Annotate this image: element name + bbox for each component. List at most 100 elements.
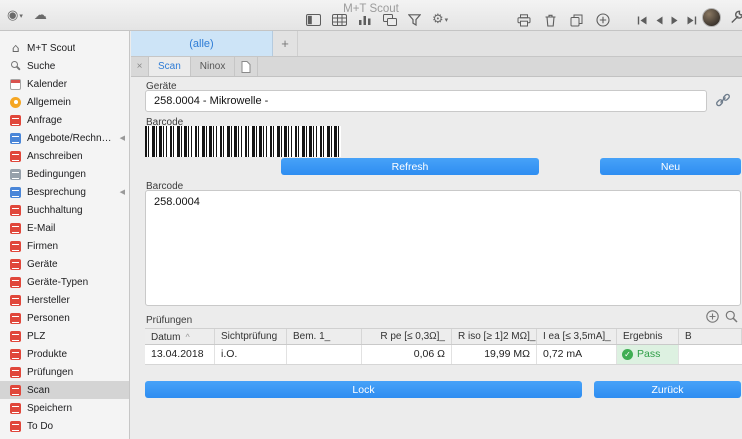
table-icon	[10, 169, 21, 180]
previous-record-icon[interactable]	[654, 15, 664, 26]
sidebar-item-personen[interactable]: Personen	[0, 309, 129, 327]
column-header-datum[interactable]: Datum	[145, 329, 215, 344]
add-tab-button[interactable]: +	[273, 31, 298, 56]
refresh-button[interactable]: Refresh	[281, 158, 539, 175]
sidebar-item-angebote-rechnungen[interactable]: Angebote/Rechnungen ◀	[0, 129, 129, 147]
table-icon	[10, 295, 21, 306]
next-record-icon[interactable]	[670, 15, 680, 26]
table-icon	[10, 133, 21, 144]
sidebar: ⌂ M+T Scout Suche Kalender Allgemein Anf…	[0, 31, 130, 439]
sidebar-item-scan[interactable]: Scan	[0, 381, 129, 399]
filter-icon[interactable]	[408, 14, 421, 26]
table-icon	[10, 367, 21, 378]
collapse-icon[interactable]: ◀	[120, 188, 125, 196]
sidebar-item-firmen[interactable]: Firmen	[0, 237, 129, 255]
cell-b	[679, 345, 742, 364]
table-icon	[10, 313, 21, 324]
sidebar-view-icon[interactable]	[306, 14, 321, 26]
gear-icon[interactable]: ⚙▾	[432, 13, 448, 27]
calendar-icon	[10, 79, 21, 90]
record-actions-group	[517, 13, 610, 27]
column-header-bem1[interactable]: Bem. 1_	[287, 329, 362, 344]
sidebar-item-mt-scout[interactable]: ⌂ M+T Scout	[0, 39, 129, 57]
workspace-tab-bar: (alle) +	[131, 31, 742, 57]
table-icon	[10, 403, 21, 414]
sidebar-item-geraete-typen[interactable]: Geräte-Typen	[0, 273, 129, 291]
workspace-tab-alle[interactable]: (alle)	[131, 31, 273, 56]
user-avatar[interactable]	[702, 8, 721, 27]
cards-view-icon[interactable]	[383, 14, 397, 26]
view-switcher-group: ⚙▾	[306, 13, 448, 27]
trash-icon[interactable]	[544, 14, 557, 27]
cell-ergebnis: Pass	[617, 345, 679, 364]
sidebar-item-plz[interactable]: PLZ	[0, 327, 129, 345]
sidebar-item-email[interactable]: E-Mail	[0, 219, 129, 237]
titlebar: M+T Scout ◉▾ ☁ ⚙▾	[0, 0, 742, 31]
chart-view-icon[interactable]	[358, 14, 372, 26]
neu-button[interactable]: Neu	[600, 158, 741, 175]
table-icon	[10, 187, 21, 198]
sidebar-item-todo[interactable]: To Do	[0, 417, 129, 435]
table-icon	[10, 223, 21, 234]
column-header-iea[interactable]: I ea [≤ 3,5mA]_	[537, 329, 617, 344]
tab-ninox[interactable]: Ninox	[191, 57, 236, 76]
sidebar-item-anschreiben[interactable]: Anschreiben	[0, 147, 129, 165]
print-icon[interactable]	[517, 14, 531, 27]
sidebar-item-besprechung[interactable]: Besprechung ◀	[0, 183, 129, 201]
sidebar-item-kalender[interactable]: Kalender	[0, 75, 129, 93]
sidebar-item-anfrage[interactable]: Anfrage	[0, 111, 129, 129]
barcode-text-field[interactable]: 258.0004	[145, 190, 741, 306]
tab-scan[interactable]: Scan	[148, 57, 191, 76]
table-icon	[10, 115, 21, 126]
zurueck-button[interactable]: Zurück	[594, 381, 741, 398]
duplicate-icon[interactable]	[570, 14, 583, 27]
first-record-icon[interactable]	[636, 15, 648, 26]
sort-asc-icon	[185, 332, 189, 342]
link-record-icon[interactable]	[715, 92, 733, 110]
sidebar-item-speichern[interactable]: Speichern	[0, 399, 129, 417]
sidebar-item-hersteller[interactable]: Hersteller	[0, 291, 129, 309]
column-header-sichtpruefung[interactable]: Sichtprüfung	[215, 329, 287, 344]
table-view-icon[interactable]	[332, 14, 347, 26]
check-circle-icon	[622, 349, 633, 360]
lock-button[interactable]: Lock	[145, 381, 582, 398]
sidebar-item-produkte[interactable]: Produkte	[0, 345, 129, 363]
titlebar-left-group: ◉▾ ☁	[7, 9, 47, 23]
sidebar-item-geraete[interactable]: Geräte	[0, 255, 129, 273]
add-row-icon[interactable]	[706, 310, 719, 323]
status-badge: Pass	[637, 345, 660, 364]
table-header-row: Datum Sichtprüfung Bem. 1_ R pe [≤ 0,3Ω]…	[145, 328, 742, 345]
collapse-icon[interactable]: ◀	[120, 134, 125, 142]
document-tab[interactable]	[235, 57, 258, 76]
table-icon	[10, 151, 21, 162]
table-icon	[10, 205, 21, 216]
last-record-icon[interactable]	[686, 15, 698, 26]
sidebar-item-suche[interactable]: Suche	[0, 57, 129, 75]
cell-iea: 0,72 mA	[537, 345, 617, 364]
search-rows-icon[interactable]	[725, 310, 738, 323]
app-menu-icon[interactable]: ◉▾	[7, 9, 23, 23]
cell-bem1	[287, 345, 362, 364]
record-navigation-group	[636, 13, 698, 27]
sidebar-item-pruefungen[interactable]: Prüfungen	[0, 363, 129, 381]
cell-sichtpruefung: i.O.	[215, 345, 287, 364]
table-icon	[10, 331, 21, 342]
close-tab-icon[interactable]: ×	[131, 57, 148, 76]
sidebar-item-bedingungen[interactable]: Bedingungen	[0, 165, 129, 183]
sidebar-item-buchhaltung[interactable]: Buchhaltung	[0, 201, 129, 219]
sidebar-item-allgemein[interactable]: Allgemein	[0, 93, 129, 111]
home-icon: ⌂	[10, 43, 21, 54]
table-icon	[10, 259, 21, 270]
table-icon	[10, 421, 21, 432]
cell-datum: 13.04.2018	[145, 345, 215, 364]
wrench-icon[interactable]	[730, 10, 742, 24]
column-header-rpe[interactable]: R pe [≤ 0,3Ω]_	[362, 329, 452, 344]
cloud-icon[interactable]: ☁	[34, 9, 47, 23]
table-row[interactable]: 13.04.2018 i.O. 0,06 Ω 19,99 MΩ 0,72 mA …	[145, 345, 742, 365]
geraete-field[interactable]: 258.0004 - Mikrowelle -	[145, 90, 707, 112]
open-tabs-bar: × Scan Ninox	[131, 57, 742, 77]
column-header-b[interactable]: B	[679, 329, 742, 344]
column-header-ergebnis[interactable]: Ergebnis	[617, 329, 679, 344]
column-header-riso[interactable]: R iso [≥ 1]2 MΩ]_	[452, 329, 537, 344]
add-record-icon[interactable]	[596, 13, 610, 27]
